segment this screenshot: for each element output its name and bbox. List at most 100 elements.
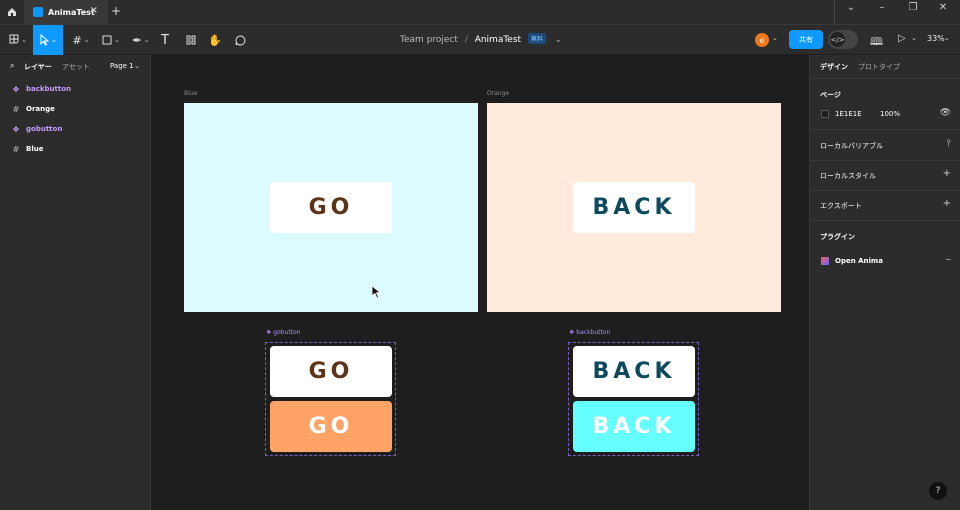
home-icon[interactable] — [0, 0, 24, 24]
backbutton-variant-default[interactable]: BACK — [573, 346, 695, 397]
chevron-down-icon[interactable]: ⌄ — [134, 62, 140, 70]
frame-orange[interactable]: BACK — [487, 103, 781, 312]
chevron-down-icon[interactable]: ⌄ — [841, 2, 861, 13]
component-label-backbutton[interactable]: ❖ backbutton — [569, 329, 610, 336]
avatar[interactable]: e — [755, 33, 769, 47]
toolbar: ⌄ ⌄ # ⌄ ⌄ ✒ ⌄ T ✋ Team project / AnimaTest… — [0, 24, 960, 55]
code-icon: </> — [830, 32, 845, 47]
shape-tool-button[interactable]: ⌄ — [98, 25, 124, 55]
tab-assets[interactable]: アセット — [62, 62, 90, 72]
file-tab[interactable]: AnimaTest × — [24, 0, 108, 24]
pen-icon: ✒ — [132, 33, 142, 47]
add-icon[interactable]: + — [943, 198, 951, 209]
comment-icon — [235, 34, 245, 45]
hand-icon: ✋ — [208, 33, 222, 47]
zoom-level[interactable]: 33% — [927, 34, 945, 43]
text-icon: T — [161, 32, 169, 48]
gobutton-variant-hover[interactable]: GO — [270, 401, 392, 452]
go-button[interactable]: GO — [270, 182, 392, 233]
back-button[interactable]: BACK — [573, 182, 695, 233]
component-set-backbutton[interactable]: BACK BACK — [568, 342, 699, 456]
library-icon[interactable]: 🕮 — [870, 33, 883, 52]
gobutton-variant-default[interactable]: GO — [270, 346, 392, 397]
title-bar: AnimaTest × + ⌄ – ❐ ✕ — [0, 0, 960, 24]
search-icon[interactable]: ⌕ — [10, 61, 14, 71]
minimize-icon[interactable]: – — [872, 2, 892, 13]
comment-tool-button[interactable] — [231, 25, 249, 55]
dev-mode-toggle[interactable]: </> — [828, 30, 858, 49]
chevron-down-icon[interactable]: ⌄ — [944, 34, 950, 42]
remove-icon[interactable]: – — [946, 254, 951, 265]
component-set-gobutton[interactable]: GO GO — [265, 342, 396, 456]
file-name[interactable]: AnimaTest — [475, 35, 521, 45]
layer-orange[interactable]: # Orange — [0, 99, 150, 119]
backbutton-variant-hover[interactable]: BACK — [573, 401, 695, 452]
component-icon: ❖ — [12, 124, 20, 134]
component-icon: ❖ — [12, 84, 20, 94]
close-window-icon[interactable]: ✕ — [933, 2, 953, 13]
layer-gobutton[interactable]: ❖ gobutton — [0, 119, 150, 139]
local-styles-section: ローカルスタイル + — [810, 161, 960, 191]
anima-plugin-icon — [821, 257, 829, 265]
page-section-title: ページ — [820, 91, 841, 99]
file-tab-title: AnimaTest — [48, 7, 95, 17]
breadcrumb-separator: / — [464, 35, 468, 45]
frame-label-blue[interactable]: Blue — [184, 90, 197, 97]
eye-icon[interactable]: 👁 — [940, 108, 951, 118]
design-panel: デザイン プロトタイプ ページ 1E1E1E 100% 👁 ローカルバリアブル … — [809, 55, 960, 510]
tab-prototype[interactable]: プロトタイプ — [858, 62, 900, 72]
main-menu-button[interactable]: ⌄ — [4, 25, 32, 55]
chevron-down-icon[interactable]: ⌄ — [555, 35, 562, 44]
variables-settings-icon[interactable]: ⫯ — [947, 138, 951, 149]
figma-menu-icon — [9, 34, 19, 44]
layer-blue[interactable]: # Blue — [0, 139, 150, 159]
resources-tool-button[interactable] — [182, 25, 200, 55]
layer-name: Blue — [26, 145, 44, 153]
plugins-section: プラグイン Open Anima – — [810, 221, 960, 281]
page-color-hex[interactable]: 1E1E1E — [835, 110, 862, 118]
tab-design[interactable]: デザイン — [820, 62, 848, 72]
canvas[interactable]: Blue GO Orange BACK ❖ gobutton GO GO ❖ b… — [151, 55, 809, 510]
right-panel-tabs: デザイン プロトタイプ — [810, 55, 960, 79]
page-opacity[interactable]: 100% — [880, 110, 900, 118]
breadcrumb-project[interactable]: Team project — [400, 35, 458, 45]
frame-blue[interactable]: GO — [184, 103, 478, 312]
frame-icon: # — [12, 144, 20, 154]
add-icon[interactable]: + — [943, 168, 951, 179]
pen-tool-button[interactable]: ✒ ⌄ — [128, 25, 154, 55]
plan-badge: 無料 — [527, 33, 546, 44]
mouse-cursor-icon — [371, 285, 382, 299]
frame-icon: # — [72, 33, 82, 47]
share-button[interactable]: 共有 — [789, 30, 823, 49]
frame-tool-button[interactable]: # ⌄ — [68, 25, 94, 55]
text-tool-button[interactable]: T — [156, 25, 174, 55]
local-styles-label[interactable]: ローカルスタイル — [820, 171, 876, 181]
play-icon[interactable]: ▷ — [898, 33, 906, 44]
components-icon — [186, 35, 196, 45]
page-color-swatch[interactable] — [821, 110, 829, 118]
left-panel-tabs: ⌕ レイヤー アセット Page 1 ⌄ — [0, 55, 151, 77]
help-button[interactable]: ? — [929, 482, 947, 500]
maximize-icon[interactable]: ❐ — [903, 2, 923, 13]
local-variables-label[interactable]: ローカルバリアブル — [820, 141, 883, 151]
layers-panel: ⌕ レイヤー アセット Page 1 ⌄ ❖ backbutton # Oran… — [0, 55, 151, 510]
chevron-down-icon[interactable]: ⌄ — [772, 34, 778, 42]
plugin-open-anima[interactable]: Open Anima — [835, 257, 883, 265]
layer-name: Orange — [26, 105, 55, 113]
frame-icon: # — [12, 104, 20, 114]
figma-file-icon — [33, 7, 43, 17]
chevron-down-icon[interactable]: ⌄ — [911, 34, 917, 42]
page-selector[interactable]: Page 1 — [110, 62, 134, 70]
move-tool-button[interactable]: ⌄ — [33, 25, 63, 55]
component-label-gobutton[interactable]: ❖ gobutton — [266, 329, 301, 336]
divider — [834, 0, 835, 24]
frame-label-orange[interactable]: Orange — [487, 90, 509, 97]
new-tab-icon[interactable]: + — [111, 4, 121, 18]
tab-layers[interactable]: レイヤー — [24, 62, 52, 72]
export-label[interactable]: エクスポート — [820, 201, 862, 211]
rectangle-icon — [102, 35, 112, 45]
layer-backbutton[interactable]: ❖ backbutton — [0, 79, 150, 99]
plugins-title: プラグイン — [820, 233, 855, 241]
hand-tool-button[interactable]: ✋ — [206, 25, 224, 55]
close-tab-icon[interactable]: × — [90, 5, 98, 16]
